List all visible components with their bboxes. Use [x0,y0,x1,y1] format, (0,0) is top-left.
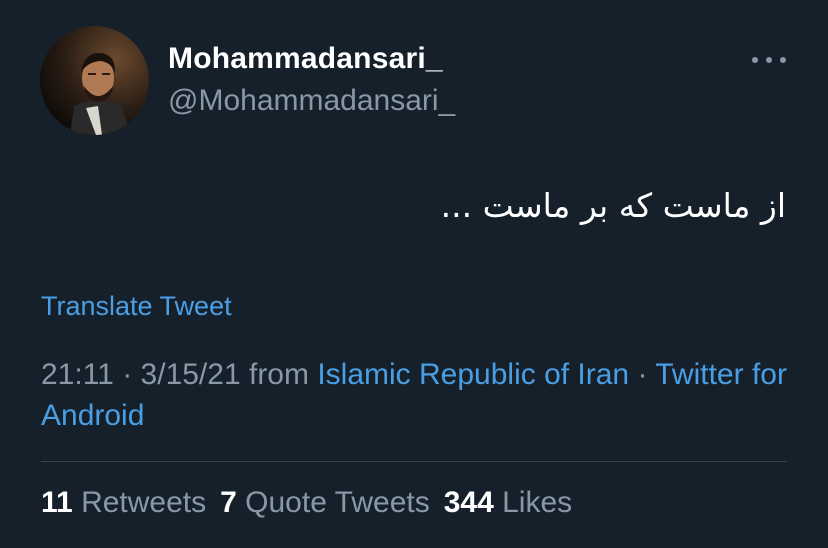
more-dot [752,57,758,63]
meta-separator: · [122,358,133,391]
quote-tweets-count: 7 [220,486,237,519]
retweets-stat[interactable]: 11 Retweets [41,486,206,519]
avatar-photo [40,26,149,135]
tweet-metadata: 21:11 · 3/15/21 from Islamic Republic of… [41,354,801,436]
avatar[interactable] [40,26,149,135]
tweet-time[interactable]: 21:11 [41,358,114,391]
retweets-label: Retweets [81,486,207,519]
user-handle[interactable]: @Mohammadansari_ [168,84,455,118]
likes-label: Likes [502,486,573,519]
more-dot [766,57,772,63]
display-name[interactable]: Mohammadansari_ [168,42,443,76]
divider [41,461,787,462]
tweet-date[interactable]: 3/15/21 [141,358,241,391]
translate-tweet-link[interactable]: Translate Tweet [41,291,232,322]
likes-count: 344 [443,486,494,519]
engagement-stats: 11 Retweets 7 Quote Tweets 344 Likes [41,486,572,520]
meta-separator: · [637,358,648,391]
retweets-count: 11 [41,486,73,519]
quote-tweets-stat[interactable]: 7 Quote Tweets [220,486,430,519]
location-link[interactable]: Islamic Republic of Iran [317,358,629,391]
tweet-text: از ماست که بر ماست ... [440,186,786,225]
from-label: from [248,358,309,391]
more-dot [780,57,786,63]
likes-stat[interactable]: 344 Likes [444,486,572,519]
more-options-icon[interactable] [752,50,786,70]
quote-tweets-label: Quote Tweets [245,486,430,519]
